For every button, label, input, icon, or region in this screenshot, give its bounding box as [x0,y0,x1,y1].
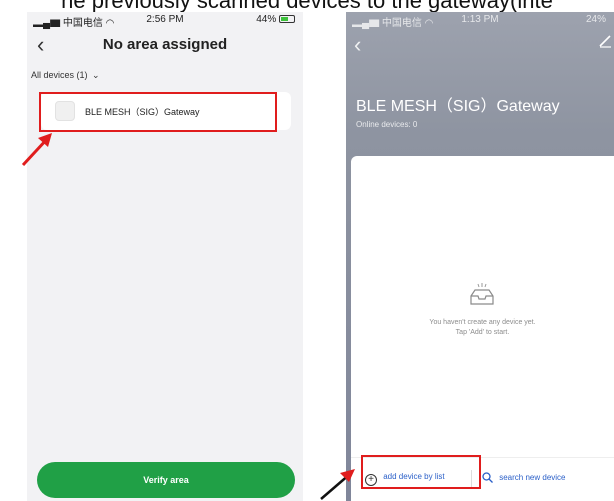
annotation-arrow-icon [320,469,355,500]
verify-area-button[interactable]: Verify area [37,462,295,498]
annotation-arrow-icon [21,133,52,167]
online-devices-count: Online devices: 0 [356,120,418,129]
empty-inbox-icon [470,283,494,305]
nav-bar: ‹ No area assigned [27,32,303,62]
chevron-down-icon: ⌄ [92,70,100,80]
status-bar: ▂▄▆ 中国电信 ◠ 1:13 PM 24% [346,12,614,29]
filter-label: All devices (1) [31,70,88,80]
phone-screen-gateway: ▂▄▆ 中国电信 ◠ 1:13 PM 24% ‹ BLE MESH（SIG）Ga… [346,12,614,501]
battery-indicator: 24% [585,14,606,25]
gateway-title: BLE MESH（SIG）Gateway [356,98,560,115]
page-title: No area assigned [102,36,228,53]
back-arrow-icon[interactable]: ‹ [354,34,361,56]
nav-bar: ‹ [346,32,614,62]
empty-state-message: You haven't create any device yet. Tap '… [429,319,536,336]
battery-icon [279,15,295,23]
device-panel: You haven't create any device yet. Tap '… [351,156,614,501]
search-icon [482,472,493,483]
status-time: 1:13 PM [461,14,499,25]
highlight-box-add-by-list [361,455,481,489]
device-filter-dropdown[interactable]: All devices (1) ⌄ [31,70,100,81]
search-new-device-button[interactable]: search new device [482,472,566,483]
battery-indicator: 44% [256,14,295,25]
phone-screen-no-area: ▂▄▆ 中国电信 ◠ 2:56 PM 44% ‹ No area assigne… [27,12,303,501]
edit-pencil-icon[interactable] [598,34,612,48]
highlight-box-device [39,92,277,132]
status-bar: ▂▄▆ 中国电信 ◠ 2:56 PM 44% [27,12,303,29]
